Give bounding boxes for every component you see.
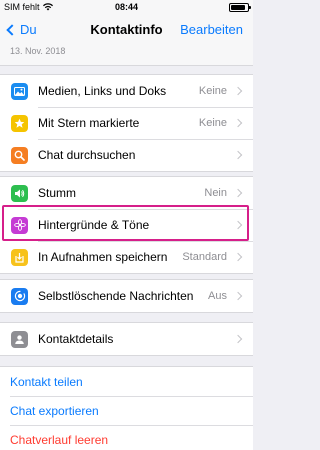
chevron-right-icon — [233, 220, 243, 230]
row-label: Stumm — [38, 186, 77, 200]
flower-icon — [11, 216, 28, 234]
row-media-links-docs[interactable]: Medien, Links und Doks Keine — [0, 75, 253, 107]
row-value: Keine — [198, 117, 227, 129]
save-icon — [11, 248, 28, 266]
chevron-right-icon — [233, 291, 243, 301]
photo-icon — [11, 82, 28, 100]
media-group: Medien, Links und Doks Keine Mit Stern m… — [0, 74, 253, 172]
status-bar: SIM fehlt 08:44 — [0, 0, 253, 14]
contact-details-group: Kontaktdetails — [0, 322, 253, 356]
battery-level — [231, 5, 245, 10]
export-chat-button[interactable]: Chat exportieren — [0, 396, 253, 425]
timer-icon — [11, 287, 28, 305]
date-label: 13. Nov. 2018 — [10, 46, 66, 56]
row-label: Kontaktdetails — [38, 332, 114, 346]
row-disappearing-messages[interactable]: Selbstlöschende Nachrichten Aus — [0, 280, 253, 312]
clear-chat-button[interactable]: Chatverlauf leeren — [0, 425, 253, 450]
chevron-right-icon — [233, 150, 243, 160]
battery-icon — [229, 3, 251, 12]
row-label: Chat durchsuchen — [38, 148, 136, 162]
row-label: Selbstlöschende Nachrichten — [38, 289, 194, 303]
row-value: Standard — [182, 251, 227, 263]
speaker-icon — [11, 184, 28, 202]
row-label: Mit Stern markierte — [38, 116, 140, 130]
contact-icon — [11, 330, 28, 348]
share-contact-button[interactable]: Kontakt teilen — [0, 367, 253, 396]
row-label: Hintergründe & Töne — [38, 218, 150, 232]
row-value: Keine — [198, 85, 227, 97]
status-time: 08:44 — [114, 2, 139, 12]
actions-group: Kontakt teilen Chat exportieren Chatverl… — [0, 366, 253, 450]
row-wallpaper-sound[interactable]: Hintergründe & Töne — [0, 209, 253, 241]
chevron-right-icon — [233, 86, 243, 96]
row-search-chat[interactable]: Chat durchsuchen — [0, 139, 253, 171]
row-starred[interactable]: Mit Stern markierte Keine — [0, 107, 253, 139]
navigation-bar: Du Kontaktinfo Bearbeiten — [0, 14, 253, 46]
disappearing-group: Selbstlöschende Nachrichten Aus — [0, 279, 253, 313]
edit-button[interactable]: Bearbeiten — [180, 22, 243, 37]
search-icon — [11, 146, 28, 164]
row-label: In Aufnahmen speichern — [38, 250, 168, 264]
chevron-right-icon — [233, 118, 243, 128]
settings-group: Stumm Nein Hintergründe & Töne In Aufnah… — [0, 176, 253, 274]
chevron-right-icon — [233, 252, 243, 262]
chevron-right-icon — [233, 334, 243, 344]
star-icon — [11, 114, 28, 132]
date-row: 13. Nov. 2018 — [0, 46, 253, 66]
chevron-right-icon — [233, 188, 243, 198]
row-label: Medien, Links und Doks — [38, 84, 167, 98]
row-value: Aus — [208, 290, 227, 302]
row-contact-details[interactable]: Kontaktdetails — [0, 323, 253, 355]
row-save-to-camera-roll[interactable]: In Aufnahmen speichern Standard — [0, 241, 253, 273]
row-value: Nein — [204, 187, 227, 199]
row-mute[interactable]: Stumm Nein — [0, 177, 253, 209]
